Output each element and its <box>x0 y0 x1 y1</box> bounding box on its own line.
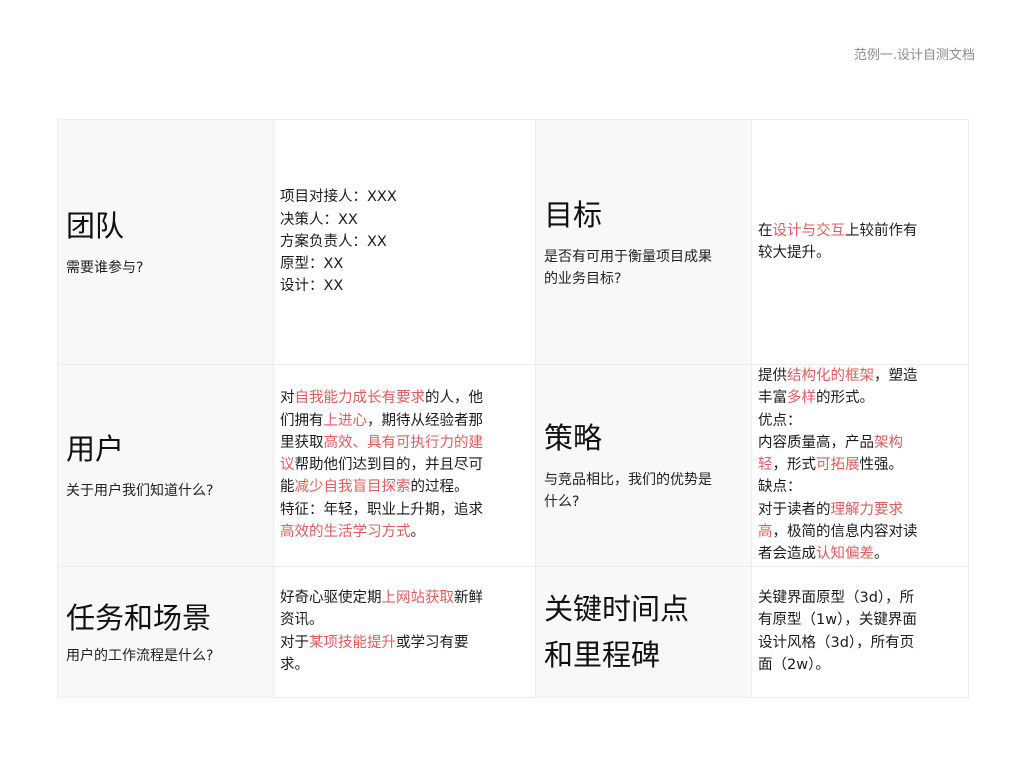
content-paragraph: 项目对接人：XXX <box>280 186 529 208</box>
highlighted-text: 结构化的框架 <box>787 368 874 384</box>
section-content: 对自我能力成长有要求的人，他们拥有上进心，期待从经验者那里获取高效、具有可执行力… <box>274 387 498 543</box>
goal-content-cell: 在设计与交互上较前作有较大提升。 <box>751 119 969 365</box>
strategy-label-cell: 策略 与竞品相比，我们的优势是什么? <box>535 364 752 567</box>
user-content-cell: 对自我能力成长有要求的人，他们拥有上进心，期待从经验者那里获取高效、具有可执行力… <box>273 364 536 567</box>
section-question: 是否有可用于衡量项目成果的业务目标? <box>544 249 712 287</box>
content-paragraph: 缺点： <box>758 476 926 498</box>
section-content: 在设计与交互上较前作有较大提升。 <box>752 120 932 265</box>
body-text: 优点： <box>758 412 802 429</box>
highlighted-text: 高效的生活学习方式 <box>280 524 411 541</box>
content-paragraph: 决策人：XX <box>280 209 529 231</box>
design-checklist-table: 团队 需要谁参与? 项目对接人：XXX 决策人：XX 方案负责人：XX 原型：XX 设计… <box>57 119 969 698</box>
body-text: 。 <box>410 524 426 541</box>
body-text: 性强。 <box>859 457 904 474</box>
section-title: 团队 <box>66 209 125 243</box>
highlighted-text: 可拓展 <box>816 457 860 474</box>
table-row: 团队 需要谁参与? 项目对接人：XXX 决策人：XX 方案负责人：XX 原型：XX 设计… <box>57 119 969 365</box>
body-text: 在 <box>758 223 773 239</box>
highlighted-text: 上网站获取 <box>381 590 455 607</box>
section-question: 用户的工作流程是什么? <box>66 647 214 664</box>
user-label-cell: 用户 关于用户我们知道什么? <box>57 364 274 567</box>
milestones-content-cell: 关键界面原型（3d），所有原型（1w），关键界面设计风格（3d），所有页面（2w… <box>751 565 969 698</box>
section-title: 任务和场景 <box>66 600 212 635</box>
content-paragraph: 设计：XX <box>280 275 529 297</box>
body-text: 方案负责人：XX <box>280 233 387 250</box>
content-paragraph: 方案负责人：XX <box>280 231 529 253</box>
content-paragraph: 对于某项技能提升或学习有要求。 <box>280 632 492 677</box>
highlighted-text: 多样 <box>787 390 816 407</box>
body-text: 对于 <box>280 634 309 651</box>
milestones-label-cell: 关键时间点和里程碑 <box>535 565 752 698</box>
highlighted-text: 某项技能提升 <box>309 634 396 651</box>
tasks-content-cell: 好奇心驱使定期上网站获取新鲜资讯。 对于某项技能提升或学习有要求。 <box>273 565 536 698</box>
body-text: 对于读者的 <box>758 501 831 518</box>
highlighted-text: 上进心 <box>323 412 368 429</box>
tasks-label-cell: 任务和场景 用户的工作流程是什么? <box>57 565 274 698</box>
body-text: 决策人：XX <box>280 211 358 228</box>
content-paragraph: 对自我能力成长有要求的人，他们拥有上进心，期待从经验者那里获取高效、具有可执行力… <box>280 387 492 498</box>
content-paragraph: 提供结构化的框架，塑造丰富多样的形式。 <box>758 365 926 410</box>
section-content: 提供结构化的框架，塑造丰富多样的形式。优点： 内容质量高，产品架构轻，形式可拓展性… <box>752 365 932 566</box>
section-title: 用户 <box>66 432 125 467</box>
highlighted-text: 减少自我盲目探索 <box>294 479 411 496</box>
section-question: 需要谁参与? <box>66 260 144 276</box>
highlighted-text: 认知偏差 <box>816 546 874 563</box>
body-text: 原型：XX <box>280 256 344 273</box>
goal-label-cell: 目标 是否有可用于衡量项目成果的业务目标? <box>535 119 752 365</box>
content-paragraph: 好奇心驱使定期上网站获取新鲜资讯。 <box>280 587 492 632</box>
body-text: 内容质量高，产品 <box>758 434 874 451</box>
body-text: 好奇心驱使定期 <box>280 590 382 607</box>
section-question: 与竞品相比，我们的优势是什么? <box>544 472 712 511</box>
team-label-cell: 团队 需要谁参与? <box>57 119 274 365</box>
team-content-cell: 项目对接人：XXX 决策人：XX 方案负责人：XX 原型：XX 设计：XX <box>273 119 536 365</box>
body-text: 的形式。 <box>816 390 874 407</box>
content-paragraph: 特征：年轻，职业上升期，追求高效的生活学习方式。 <box>280 499 492 544</box>
body-text: 设计：XX <box>280 278 344 295</box>
section-title: 关键时间点和里程碑 <box>544 591 690 672</box>
body-text: 提供 <box>758 368 787 384</box>
content-paragraph: 内容质量高，产品架构轻，形式可拓展性强。 <box>758 432 926 477</box>
body-text: 项目对接人：XXX <box>280 189 397 206</box>
highlighted-text: 设计与交互 <box>772 223 846 239</box>
body-text: 的过程。 <box>410 479 469 496</box>
section-title: 目标 <box>544 198 603 232</box>
content-paragraph: 原型：XX <box>280 253 529 275</box>
body-text: 关键界面原型（3d），所有原型（1w），关键界面设计风格（3d），所有页面（2w… <box>758 590 917 673</box>
section-title: 策略 <box>544 421 603 456</box>
table-row: 用户 关于用户我们知道什么? 对自我能力成长有要求的人，他们拥有上进心，期待从经… <box>57 364 969 567</box>
body-text: 缺点： <box>758 479 802 496</box>
section-content: 关键界面原型（3d），所有原型（1w），关键界面设计风格（3d），所有页面（2w… <box>752 587 932 676</box>
strategy-content-cell: 提供结构化的框架，塑造丰富多样的形式。优点： 内容质量高，产品架构轻，形式可拓展性… <box>751 364 969 567</box>
highlighted-text: 自我能力成长有要求 <box>294 390 426 407</box>
content-paragraph: 关键界面原型（3d），所有原型（1w），关键界面设计风格（3d），所有页面（2w… <box>758 587 926 676</box>
body-text: ，形式 <box>772 457 817 474</box>
content-paragraph: 在设计与交互上较前作有较大提升。 <box>758 220 926 265</box>
body-text: 对 <box>280 390 295 407</box>
body-text: 特征：年轻，职业上升期，追求 <box>280 501 483 518</box>
body-text: 。 <box>874 546 889 563</box>
section-content: 项目对接人：XXX 决策人：XX 方案负责人：XX 原型：XX 设计：XX <box>274 186 535 297</box>
table-row: 任务和场景 用户的工作流程是什么? 好奇心驱使定期上网站获取新鲜资讯。 对于某项技… <box>57 565 969 698</box>
content-paragraph: 优点： <box>758 410 926 432</box>
content-paragraph: 对于读者的理解力要求高，极简的信息内容对读者会造成认知偏差。 <box>758 499 926 566</box>
section-content: 好奇心驱使定期上网站获取新鲜资讯。 对于某项技能提升或学习有要求。 <box>274 587 498 676</box>
section-question: 关于用户我们知道什么? <box>66 483 214 500</box>
document-label: 范例一.设计自测文档 <box>853 48 975 63</box>
